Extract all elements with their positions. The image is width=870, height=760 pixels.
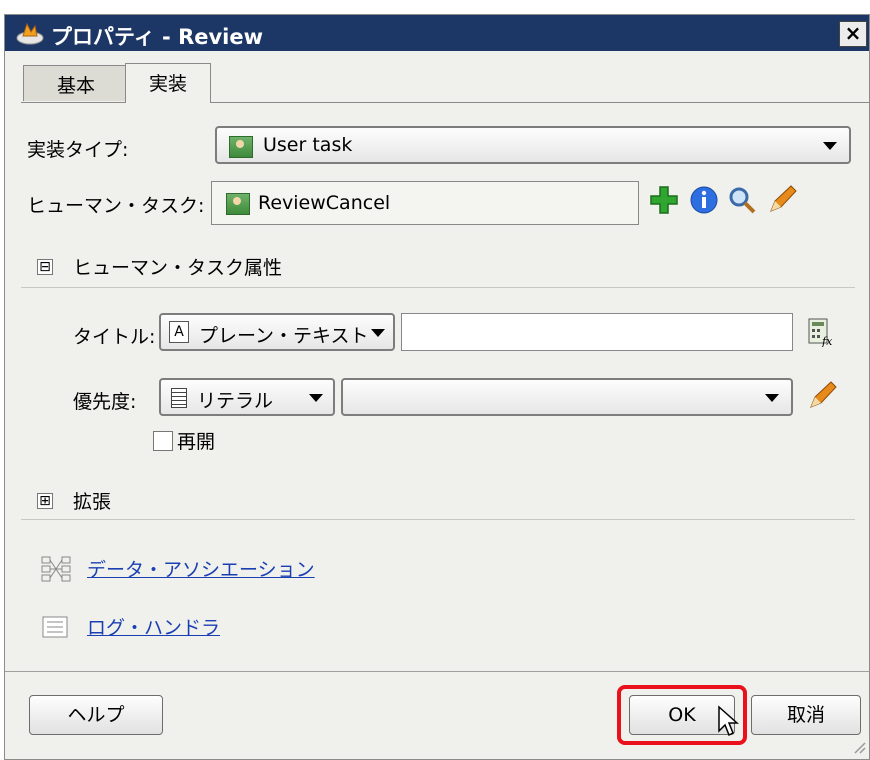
title-type-select[interactable]: A プレーン・テキスト bbox=[159, 313, 395, 351]
properties-dialog: プロパティ - Review × 基本 実装 実装タイプ: User task … bbox=[4, 14, 870, 760]
human-task-field: ReviewCancel bbox=[211, 181, 639, 225]
divider bbox=[5, 671, 869, 672]
priority-type-select[interactable]: リテラル bbox=[159, 378, 335, 416]
tab-basic[interactable]: 基本 bbox=[23, 65, 129, 101]
chevron-down-icon bbox=[309, 394, 323, 402]
human-task-icon bbox=[226, 193, 250, 215]
priority-type-value: リテラル bbox=[197, 390, 274, 412]
chevron-down-icon bbox=[765, 394, 779, 402]
section-attrs-title: ヒューマン・タスク属性 bbox=[73, 257, 283, 279]
section-ext-title: 拡張 bbox=[73, 491, 112, 513]
edit-icon[interactable] bbox=[767, 183, 799, 215]
human-task-label: ヒューマン・タスク: bbox=[27, 195, 205, 217]
cancel-button[interactable]: 取消 bbox=[751, 695, 861, 735]
log-handler-link[interactable]: ログ・ハンドラ bbox=[87, 613, 220, 640]
add-icon[interactable] bbox=[649, 185, 679, 215]
divider bbox=[21, 287, 855, 288]
tab-implementation[interactable]: 実装 bbox=[125, 63, 211, 103]
log-handler-icon bbox=[42, 616, 68, 638]
title-text-input[interactable] bbox=[401, 313, 793, 351]
priority-value-select[interactable] bbox=[341, 378, 793, 416]
window-title: プロパティ - Review bbox=[51, 25, 264, 49]
human-task-value: ReviewCancel bbox=[258, 192, 391, 214]
impl-type-label: 実装タイプ: bbox=[27, 139, 129, 161]
text-type-icon: A bbox=[169, 321, 189, 343]
resize-grip-icon[interactable] bbox=[851, 739, 867, 755]
title-type-value: プレーン・テキスト bbox=[199, 325, 369, 347]
expand-icon[interactable]: ⊞ bbox=[37, 493, 53, 509]
reopen-checkbox[interactable] bbox=[153, 431, 173, 451]
literal-icon bbox=[171, 388, 187, 408]
svg-text:fx: fx bbox=[821, 335, 833, 347]
title-label: タイトル: bbox=[73, 326, 156, 348]
priority-label: 優先度: bbox=[73, 391, 137, 413]
data-association-icon bbox=[41, 556, 71, 582]
help-button[interactable]: ヘルプ bbox=[29, 695, 163, 735]
data-association-link[interactable]: データ・アソシエーション bbox=[87, 555, 315, 582]
reopen-label: 再開 bbox=[177, 431, 216, 453]
user-task-icon bbox=[229, 136, 253, 158]
impl-type-value: User task bbox=[263, 134, 353, 156]
impl-type-select[interactable]: User task bbox=[215, 126, 851, 164]
chevron-down-icon bbox=[371, 329, 385, 337]
chevron-down-icon bbox=[823, 142, 837, 150]
title-bar[interactable]: プロパティ - Review × bbox=[5, 15, 869, 51]
expression-builder-icon[interactable]: fx bbox=[807, 317, 835, 347]
app-icon bbox=[16, 22, 44, 45]
edit-icon[interactable] bbox=[807, 379, 839, 411]
close-button[interactable]: × bbox=[839, 21, 867, 47]
info-icon[interactable] bbox=[689, 185, 719, 215]
divider bbox=[21, 519, 855, 520]
mouse-cursor-icon bbox=[718, 705, 739, 737]
collapse-icon[interactable]: ⊟ bbox=[37, 259, 53, 275]
search-icon[interactable] bbox=[727, 185, 757, 215]
